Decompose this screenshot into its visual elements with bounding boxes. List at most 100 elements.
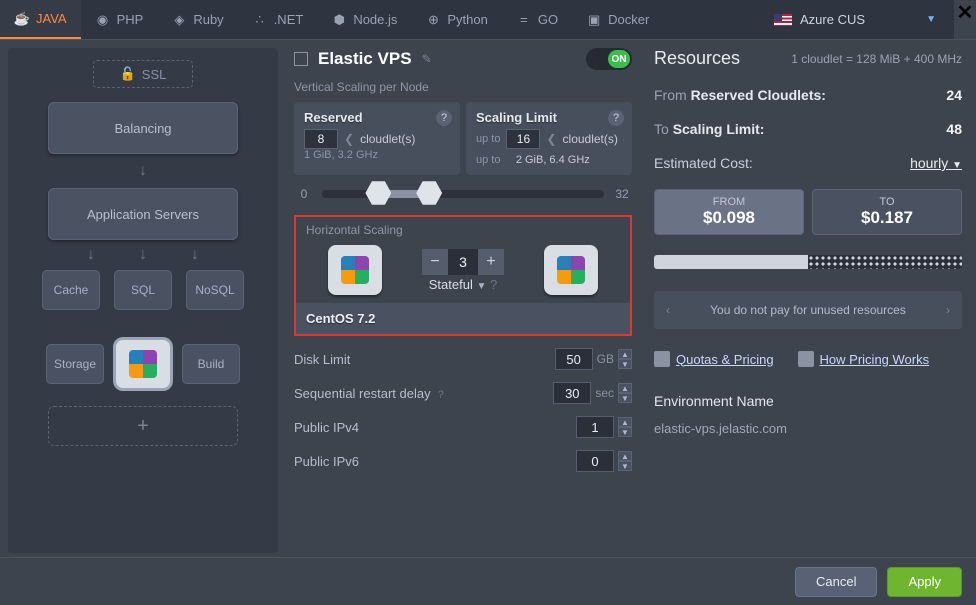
dotnet-icon: ∴ (252, 12, 268, 28)
tab-python[interactable]: ⊕Python (411, 0, 501, 39)
help-icon[interactable]: ? (608, 110, 624, 126)
slider-handle-reserved[interactable] (365, 180, 391, 206)
resources-panel: Resources 1 cloudlet = 128 MiB + 400 MHz… (648, 48, 968, 553)
disk-unit: GB (597, 352, 614, 366)
nodejs-icon: ⬢ (331, 12, 347, 28)
cost-to: $0.187 (813, 208, 961, 228)
node-count-stepper: − 3 + (422, 249, 504, 275)
limit-input[interactable] (506, 129, 540, 149)
config-panel: Elastic VPS ✎ ON Vertical Scaling per No… (288, 48, 638, 553)
increment-button[interactable]: + (478, 249, 504, 275)
limit-unit: cloudlet(s) (563, 132, 618, 146)
info-text: You do not pay for unused resources (710, 303, 906, 317)
build-node[interactable]: Build (182, 344, 240, 384)
disk-limit-row: Disk Limit GB ▲▼ (294, 348, 632, 370)
decrement-button[interactable]: − (422, 249, 448, 275)
cost-from: $0.098 (655, 208, 803, 228)
resources-title: Resources (654, 48, 740, 69)
spin-up[interactable]: ▲ (618, 451, 632, 461)
arrow-down-icon: ↓ (139, 246, 147, 264)
carousel-prev[interactable]: ‹ (654, 291, 682, 329)
python-icon: ⊕ (425, 12, 441, 28)
close-button[interactable]: ✕ (954, 0, 976, 39)
estimated-cost-label: Estimated Cost: (654, 155, 753, 171)
tab-nodejs[interactable]: ⬢Node.js (317, 0, 411, 39)
spin-down[interactable]: ▼ (618, 461, 632, 471)
ipv4-label: Public IPv4 (294, 420, 359, 435)
cloudlet-slider[interactable]: 0 32 (294, 187, 632, 201)
horizontal-scaling-highlight: Horizontal Scaling − 3 + Stateful ▼ ? Ce… (294, 215, 632, 336)
reserved-total: 24 (946, 87, 962, 103)
storage-node[interactable]: Storage (46, 344, 104, 384)
cost-from-box: FROM $0.098 (654, 189, 804, 235)
stepper-icon[interactable]: ❮ (344, 132, 354, 146)
quotas-pricing-link[interactable]: Quotas & Pricing (654, 351, 774, 367)
vps-node-selected[interactable] (116, 340, 170, 388)
help-icon[interactable]: ? (435, 389, 444, 401)
slider-max: 32 (612, 187, 632, 201)
apply-button[interactable]: Apply (887, 567, 962, 597)
spin-down[interactable]: ▼ (618, 427, 632, 437)
spin-up[interactable]: ▲ (618, 349, 632, 359)
nosql-node[interactable]: NoSQL (186, 270, 244, 310)
env-name-value: elastic-vps.jelastic.com (654, 421, 962, 436)
ipv4-row: Public IPv4 ▲▼ (294, 416, 632, 438)
reserved-input[interactable] (304, 129, 338, 149)
reserved-card: ? Reserved ❮ cloudlet(s) 1 GiB, 3.2 GHz (294, 102, 460, 175)
node-enabled-toggle[interactable]: ON (586, 48, 632, 70)
ipv6-label: Public IPv6 (294, 454, 359, 469)
node-tile-right (544, 245, 598, 295)
slider-min: 0 (294, 187, 314, 201)
spin-down[interactable]: ▼ (618, 393, 632, 403)
how-pricing-works-link[interactable]: How Pricing Works (798, 351, 930, 367)
disk-limit-input[interactable] (555, 348, 593, 370)
drag-handle-icon[interactable] (294, 52, 308, 66)
cache-node[interactable]: Cache (42, 270, 100, 310)
tab-docker[interactable]: ▣Docker (572, 0, 663, 39)
env-name-label: Environment Name (654, 393, 962, 409)
region-selector[interactable]: Azure CUS ▼ (760, 0, 950, 39)
cancel-button[interactable]: Cancel (795, 567, 877, 597)
help-icon[interactable]: ? (490, 277, 497, 292)
ipv6-input[interactable] (576, 450, 614, 472)
ipv6-row: Public IPv6 ▲▼ (294, 450, 632, 472)
scaling-limit-card: ? Scaling Limit up to ❮ cloudlet(s) up t… (466, 102, 632, 175)
lock-icon: 🔓 (120, 66, 136, 82)
balancing-node[interactable]: Balancing (48, 102, 238, 154)
sql-node[interactable]: SQL (114, 270, 172, 310)
limit-desc: 2 GiB, 6.4 GHz (516, 154, 590, 166)
restart-delay-row: Sequential restart delay ? sec ▲▼ (294, 382, 632, 404)
php-icon: ◉ (95, 12, 111, 28)
ipv4-input[interactable] (576, 416, 614, 438)
tab-dotnet[interactable]: ∴.NET (238, 0, 318, 39)
java-icon: ☕ (14, 11, 30, 27)
edit-icon[interactable]: ✎ (422, 52, 432, 66)
period-dropdown[interactable]: hourly ▼ (910, 155, 962, 171)
language-tabs: ☕JAVA ◉PHP ◈Ruby ∴.NET ⬢Node.js ⊕Python … (0, 0, 976, 40)
restart-delay-input[interactable] (553, 382, 591, 404)
dollar-icon (654, 351, 670, 367)
tab-go[interactable]: =GO (502, 0, 572, 39)
appservers-node[interactable]: Application Servers (48, 188, 238, 240)
us-flag-icon (774, 14, 792, 26)
spin-up[interactable]: ▲ (618, 383, 632, 393)
add-node-button[interactable]: + (48, 406, 238, 446)
cloudlet-definition: 1 cloudlet = 128 MiB + 400 MHz (791, 52, 962, 66)
tab-php[interactable]: ◉PHP (81, 0, 158, 39)
stepper-icon[interactable]: ❮ (546, 132, 556, 146)
scaling-mode-dropdown[interactable]: Stateful ▼ ? (422, 277, 504, 292)
slider-handle-limit[interactable] (416, 180, 442, 206)
os-selector[interactable]: CentOS 7.2 (296, 303, 630, 334)
ssl-toggle[interactable]: 🔓SSL (93, 60, 193, 88)
centos-icon (557, 256, 585, 284)
slider-track[interactable] (322, 190, 604, 198)
spin-down[interactable]: ▼ (618, 359, 632, 369)
carousel-next[interactable]: › (934, 291, 962, 329)
cost-to-box: TO $0.187 (812, 189, 962, 235)
tab-ruby[interactable]: ◈Ruby (157, 0, 237, 39)
node-title: Elastic VPS (318, 49, 412, 69)
help-icon[interactable]: ? (436, 110, 452, 126)
spin-up[interactable]: ▲ (618, 417, 632, 427)
chevron-down-icon: ▼ (926, 14, 936, 25)
tab-java[interactable]: ☕JAVA (0, 0, 81, 39)
